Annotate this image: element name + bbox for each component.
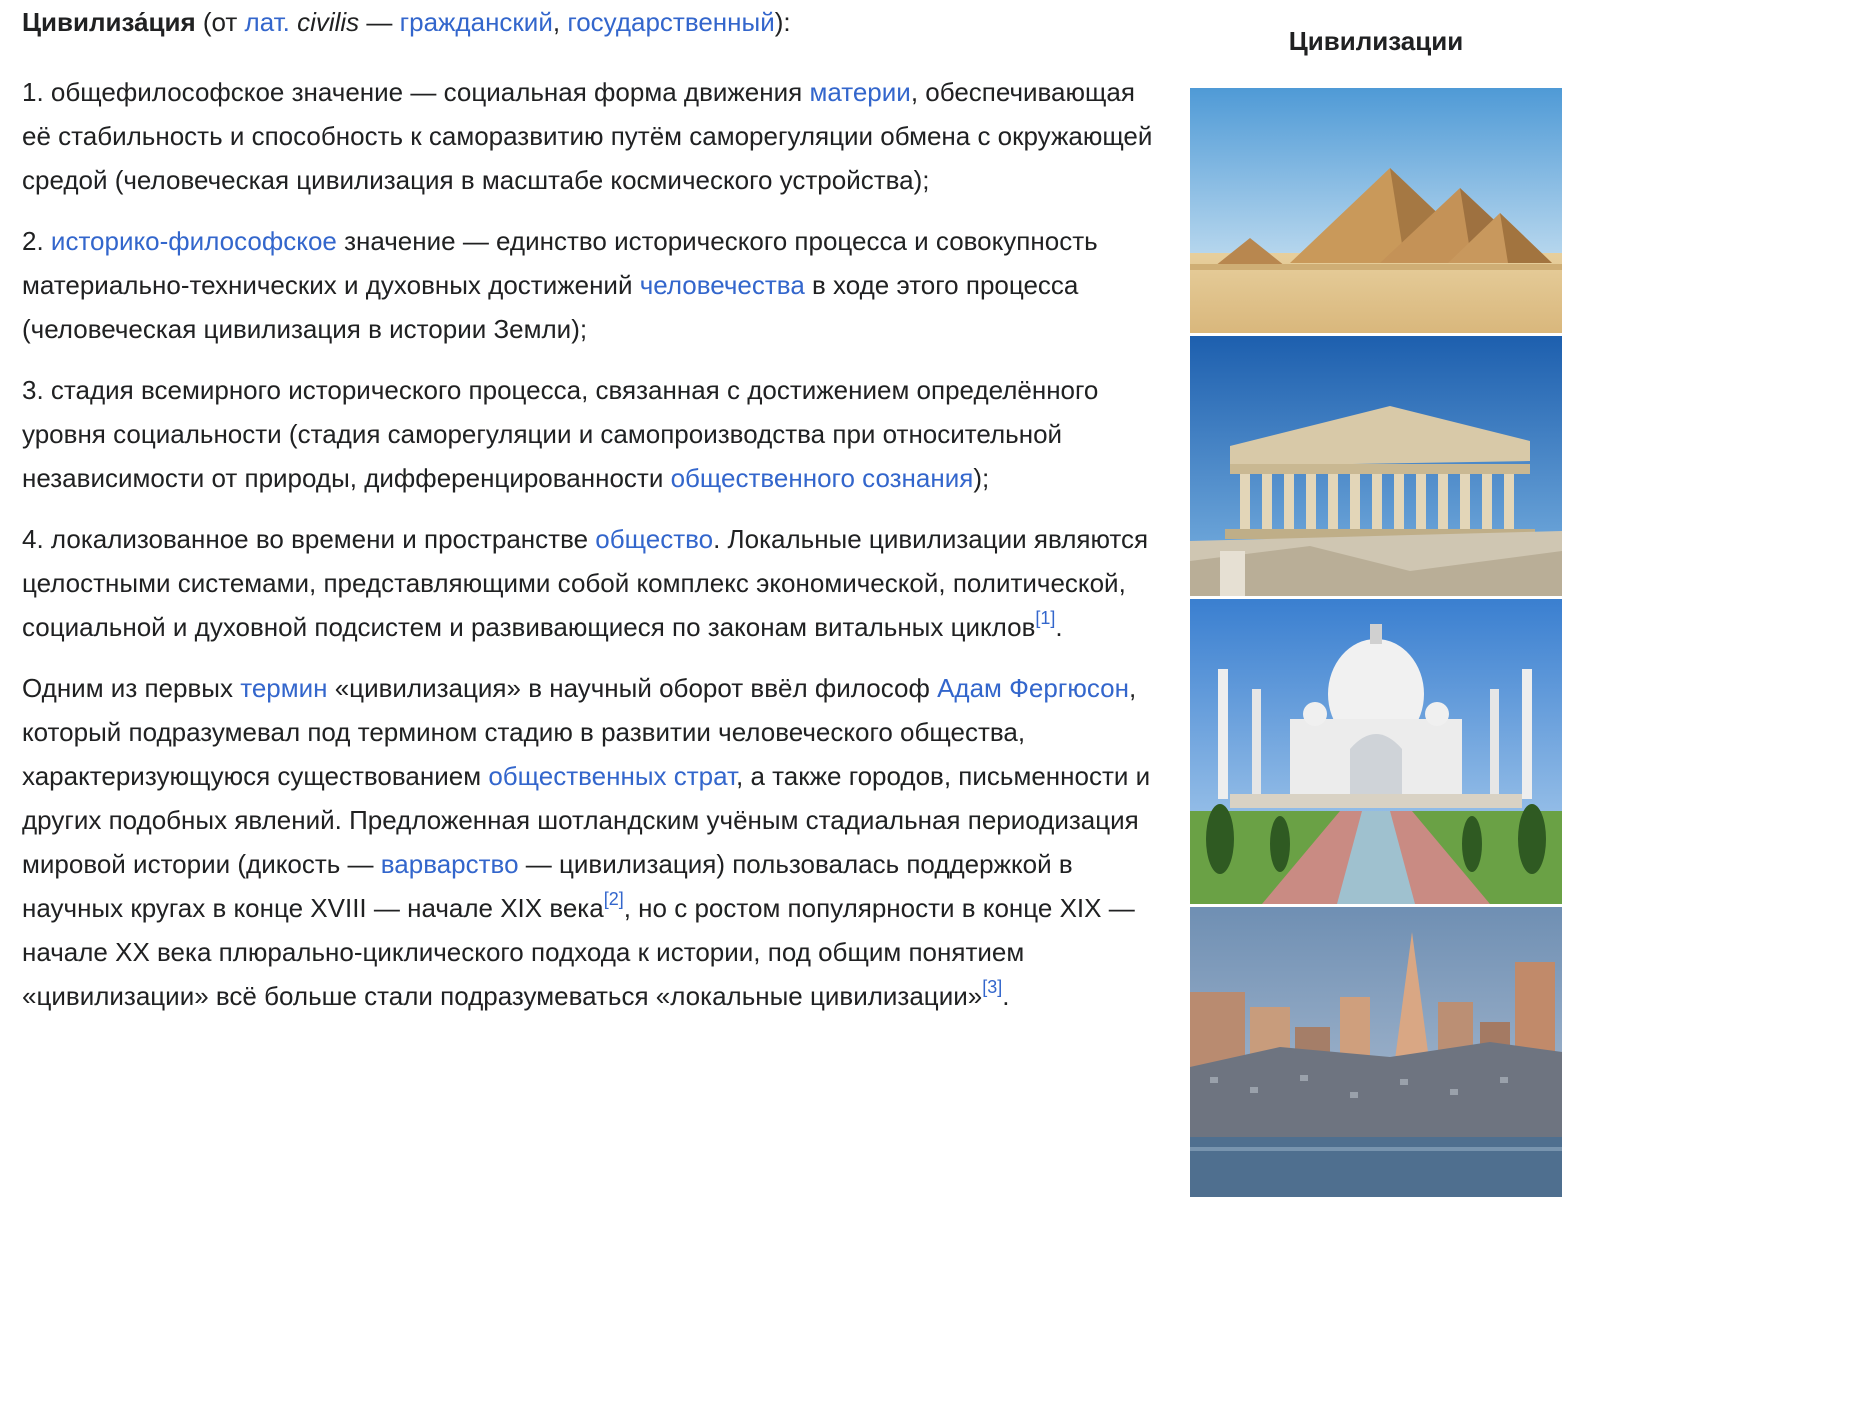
infobox-images [1190,88,1562,1200]
reference-link-3[interactable]: [3] [982,977,1002,997]
reference-1: [1] [1035,608,1055,628]
lead-paragraph: Цивилиза́ция (от лат. civilis — гражданс… [22,0,1162,44]
reference-2: [2] [604,889,624,909]
link-society[interactable]: общество [595,524,713,554]
link-latin[interactable]: лат. [245,7,290,37]
image-city-skyline[interactable] [1190,907,1562,1200]
city-skyline-illustration [1190,907,1562,1197]
latin-word: civilis [297,7,360,37]
image-pyramids[interactable] [1190,88,1562,336]
infobox: Цивилизации [1190,0,1562,1200]
reference-3: [3] [982,977,1002,997]
text-run: 2. [22,226,51,256]
article-term: Цивилиза́ция [22,7,196,37]
image-parthenon[interactable] [1190,336,1562,599]
text-run: ): [774,7,791,37]
taj-mahal-illustration [1190,599,1562,904]
text-run: — [359,7,400,37]
link-state[interactable]: государственный [567,7,774,37]
text-run: Одним из первых [22,673,241,703]
text-run: . [1055,612,1063,642]
paragraph-5: Одним из первых термин «цивилизация» в н… [22,666,1162,1018]
reference-link-1[interactable]: [1] [1035,608,1055,628]
paragraph-2: 2. историко-философское значение — единс… [22,219,1162,351]
link-humanity[interactable]: человечества [640,270,805,300]
text-run: (от [195,7,245,37]
text-run: «цивилизация» в научный оборот ввёл фило… [327,673,938,703]
infobox-title: Цивилизации [1288,26,1464,56]
paragraph-1: 1. общефилософское значение — социальная… [22,70,1162,202]
reference-link-2[interactable]: [2] [604,889,624,909]
text-run: , [552,7,568,37]
parthenon-illustration [1190,336,1562,596]
paragraph-3: 3. стадия всемирного исторического проце… [22,368,1162,500]
link-adam-ferguson[interactable]: Адам Фергюсон [937,673,1129,703]
link-term[interactable]: термин [240,673,327,703]
text-run: ); [973,463,990,493]
paragraph-4: 4. локализованное во времени и пространс… [22,517,1162,649]
link-matter[interactable]: материи [809,77,910,107]
text-run: . [1002,981,1010,1011]
image-taj-mahal[interactable] [1190,599,1562,907]
text-run: 4. локализованное во времени и пространс… [22,524,596,554]
link-barbarism[interactable]: варварство [381,849,519,879]
article-body: Цивилиза́ция (от лат. civilis — гражданс… [22,0,1162,1035]
text-run: 1. общефилософское значение — социальная… [22,77,810,107]
link-civil[interactable]: гражданский [400,7,553,37]
link-social-consciousness[interactable]: общественного сознания [671,463,974,493]
link-social-strata[interactable]: общественных страт [488,761,736,791]
text-run [290,7,297,37]
link-historical-philosophical[interactable]: историко-философское [51,226,337,256]
pyramids-illustration [1190,88,1562,333]
